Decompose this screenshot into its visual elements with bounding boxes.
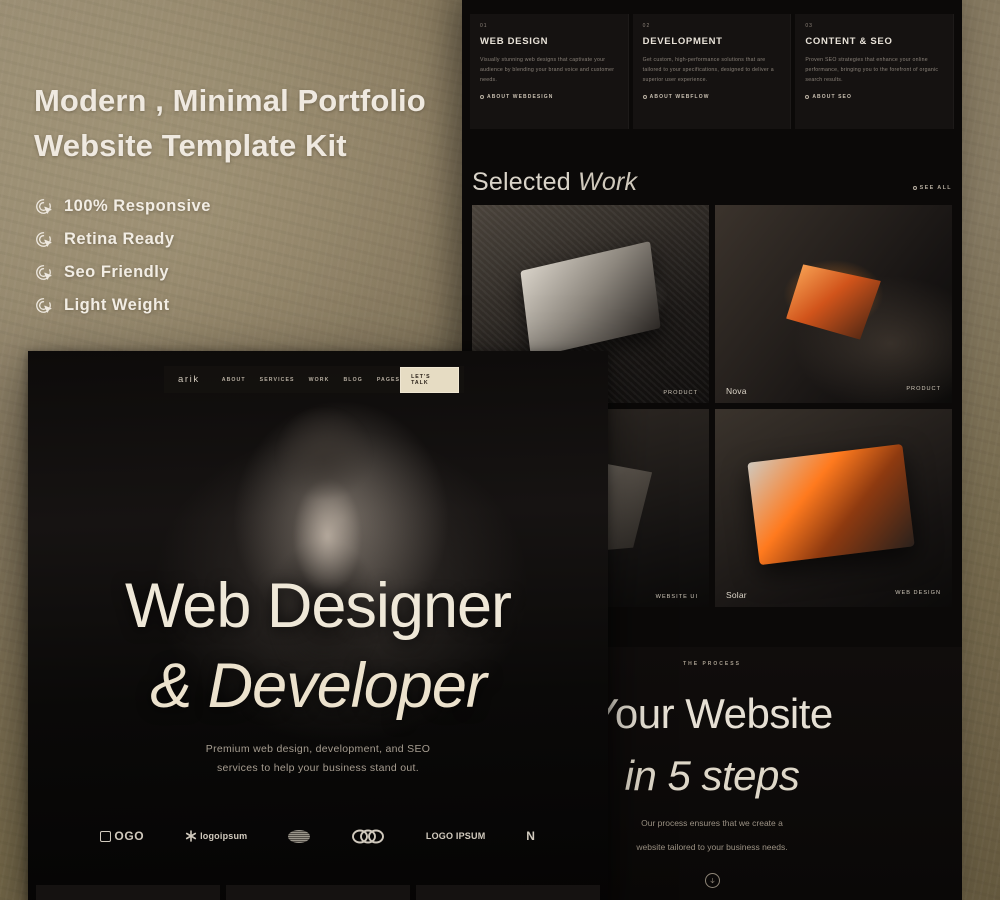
- service-description: Get custom, high-performance solutions t…: [642, 57, 774, 83]
- front-website-mockup: arik ABOUT SERVICES WORK BLOG PAGES LET'…: [28, 351, 608, 900]
- page-title-line1: Modern , Minimal Portfolio: [34, 83, 426, 118]
- service-card[interactable]: 01 WEB DESIGN Visually stunning web desi…: [470, 14, 629, 129]
- promo-panel: Modern , Minimal Portfolio Website Templ…: [34, 78, 454, 322]
- site-logo[interactable]: arik: [178, 374, 200, 385]
- page-title: Modern , Minimal Portfolio Website Templ…: [34, 78, 454, 168]
- feature-item: Retina Ready: [34, 223, 454, 256]
- work-item[interactable]: Nova PRODUCT: [715, 205, 952, 403]
- logo-circle: LOGO IPSUM: [426, 831, 486, 841]
- service-card[interactable]: 03 CONTENT & SEO Proven SEO strategies t…: [795, 14, 955, 129]
- feature-label: 100% Responsive: [64, 197, 211, 215]
- cursor-click-icon: [36, 232, 52, 247]
- work-tag: WEB DESIGN: [895, 590, 941, 596]
- hero-heading-line1: Web Designer: [124, 571, 512, 641]
- work-caption: Solar WEB DESIGN: [715, 590, 952, 600]
- feature-label: Light Weight: [64, 296, 170, 314]
- service-description: Visually stunning web designs that capti…: [480, 57, 615, 83]
- work-tag: PRODUCT: [906, 386, 941, 392]
- work-item[interactable]: Solar WEB DESIGN: [715, 409, 952, 607]
- lets-talk-button[interactable]: LET'S TALK: [400, 366, 459, 393]
- logo-n-mark: N: [526, 829, 535, 843]
- services-card-row: 01 WEB DESIGN Visually stunning web desi…: [470, 14, 955, 129]
- logo-mark-square: OGO: [100, 829, 144, 843]
- see-all-label: SEE ALL: [919, 185, 952, 191]
- nav-links: ABOUT SERVICES WORK BLOG PAGES: [222, 377, 400, 383]
- bottom-card[interactable]: 03: [416, 885, 600, 900]
- work-name: Nova: [726, 386, 747, 396]
- work-caption: Nova PRODUCT: [715, 386, 952, 396]
- feature-label: Retina Ready: [64, 230, 175, 248]
- bullet-icon: [480, 95, 484, 99]
- arrow-down-circle-icon[interactable]: [704, 873, 720, 888]
- work-thumbnail: [715, 409, 952, 607]
- cursor-click-icon: [36, 265, 52, 280]
- service-link[interactable]: ABOUT SEO: [805, 94, 943, 100]
- arrow-right-icon: [912, 186, 917, 190]
- selected-work-header: Selected Work SEE ALL: [472, 168, 952, 197]
- cursor-click-icon: [36, 298, 52, 313]
- nav-link-blog[interactable]: BLOG: [343, 377, 362, 383]
- service-link[interactable]: ABOUT WEBFLOW: [642, 94, 781, 100]
- service-link[interactable]: ABOUT WEBDESIGN: [480, 94, 618, 100]
- service-link-label: ABOUT WEBDESIGN: [487, 94, 554, 100]
- bottom-card[interactable]: 02: [226, 885, 410, 900]
- service-title: DEVELOPMENT: [642, 36, 723, 47]
- hero-content: Web Designer & Developer Premium web des…: [28, 566, 608, 778]
- logo-text: N: [526, 829, 536, 843]
- site-navbar: arik ABOUT SERVICES WORK BLOG PAGES LET'…: [164, 366, 464, 393]
- bullet-icon: [805, 95, 810, 99]
- selected-work-title: Selected Work: [472, 168, 637, 197]
- service-link-label: ABOUT SEO: [812, 94, 852, 100]
- feature-list: 100% Responsive Retina Ready Seo Friendl…: [34, 190, 454, 322]
- bottom-card[interactable]: 01: [36, 885, 220, 900]
- work-thumbnail: [715, 205, 952, 403]
- work-tag: WEBSITE UI: [655, 594, 698, 600]
- work-tag: PRODUCT: [663, 390, 698, 396]
- feature-item: Light Weight: [34, 289, 454, 322]
- service-number: 02: [642, 23, 651, 29]
- square-icon: [100, 830, 112, 842]
- client-logo-strip: OGO logoipsum LOGO IPSUM N: [28, 818, 608, 854]
- service-number: 01: [480, 23, 488, 29]
- logo-oval: [288, 829, 311, 843]
- nav-link-pages[interactable]: PAGES: [377, 377, 400, 383]
- service-title: WEB DESIGN: [480, 36, 549, 47]
- process-heading-line1: Your Website: [591, 690, 833, 737]
- see-all-link[interactable]: SEE ALL: [912, 185, 952, 191]
- feature-item: 100% Responsive: [34, 190, 454, 223]
- feature-item: Seo Friendly: [34, 256, 454, 289]
- bullet-icon: [642, 95, 647, 99]
- hero-heading: Web Designer & Developer: [28, 566, 608, 726]
- logo-asterisk: logoipsum: [185, 830, 247, 842]
- service-card[interactable]: 02 DEVELOPMENT Get custom, high-performa…: [632, 14, 792, 129]
- work-title-regular: Selected: [472, 168, 579, 196]
- logo-text: logoipsum: [200, 831, 248, 841]
- logo-text: OGO: [114, 829, 145, 843]
- logo-infinity: [351, 829, 385, 844]
- cursor-click-icon: [36, 199, 52, 214]
- infinity-icon: [352, 829, 385, 843]
- logo-text: LOGO IPSUM: [425, 831, 486, 841]
- oval-icon: [288, 829, 311, 843]
- nav-link-work[interactable]: WORK: [309, 377, 330, 383]
- work-title-italic: Work: [578, 168, 638, 196]
- service-link-label: ABOUT WEBFLOW: [649, 94, 710, 100]
- hero-subtext-line2: services to help your business stand out…: [217, 762, 419, 774]
- service-title: CONTENT & SEO: [805, 36, 893, 47]
- work-name: Solar: [726, 590, 747, 600]
- bottom-card-row: 01 02 03: [36, 885, 600, 900]
- hero-subtext-line1: Premium web design, development, and SEO: [205, 743, 431, 755]
- hero-heading-line2: & Developer: [150, 651, 487, 721]
- feature-label: Seo Friendly: [64, 263, 170, 281]
- service-description: Proven SEO strategies that enhance your …: [805, 57, 939, 83]
- service-number: 03: [805, 23, 813, 29]
- page-title-line2: Website Template Kit: [34, 128, 347, 163]
- asterisk-icon: [185, 830, 197, 842]
- nav-link-services[interactable]: SERVICES: [260, 377, 295, 383]
- nav-link-about[interactable]: ABOUT: [222, 377, 246, 383]
